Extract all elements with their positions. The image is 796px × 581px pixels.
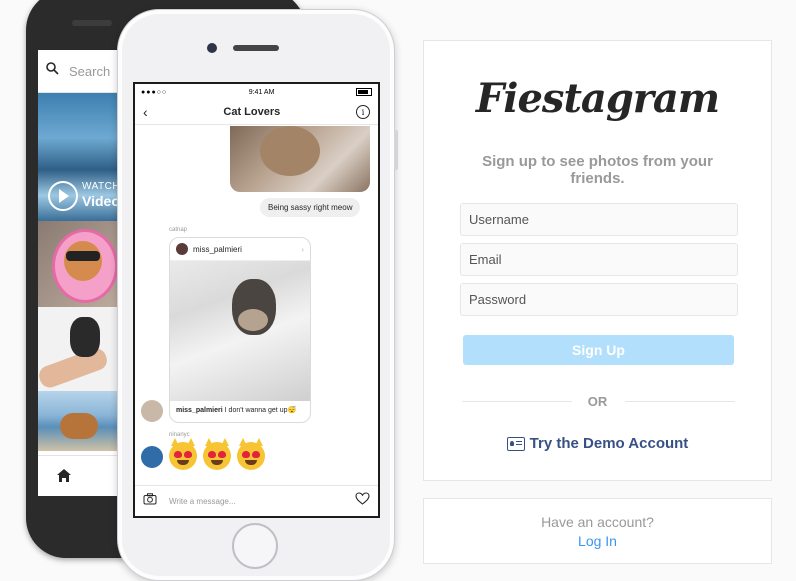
video-watch-text: WATCH: [82, 181, 121, 192]
shared-post-caption: miss_palmieri I don't wanna get up😴: [170, 401, 310, 419]
username-field[interactable]: [460, 203, 738, 236]
avatar: [141, 446, 163, 468]
phone-camera: [207, 43, 217, 53]
or-separator: OR: [587, 394, 608, 409]
message-input[interactable]: Write a message...: [169, 497, 355, 506]
heart-eyes-cat-emoji-icon: [237, 438, 265, 470]
search-placeholder: Search: [69, 63, 111, 79]
video-label: Video: [82, 193, 120, 209]
signup-button[interactable]: Sign Up: [463, 335, 734, 365]
phone-front-mockup: ●●●○○ 9:41 AM ‹ Cat Lovers i Being sassy…: [117, 9, 398, 581]
play-icon: [48, 181, 78, 211]
phone-home-button: [232, 523, 278, 569]
chevron-right-icon: ›: [301, 244, 304, 254]
avatar: [141, 400, 163, 422]
phone-speaker: [233, 45, 279, 51]
id-card-icon: [506, 436, 525, 451]
shared-photo-cat: [230, 126, 370, 192]
shared-post-card[interactable]: miss_palmieri › miss_palmieri I don't wa…: [169, 237, 311, 423]
phone-side-button: [394, 130, 398, 170]
have-account-text: Have an account?: [541, 514, 654, 530]
chat-header: ‹ Cat Lovers i: [135, 100, 378, 125]
message-input-bar: Write a message...: [135, 485, 378, 516]
signup-tagline: Sign up to see photos from your friends.: [482, 153, 713, 187]
heart-eyes-cat-emoji-icon: [203, 438, 231, 470]
shared-post-image: [170, 261, 310, 401]
message-bubble: Being sassy right meow: [260, 198, 361, 217]
shared-post-username: miss_palmieri: [193, 244, 242, 254]
signal-indicator: ●●●○○: [141, 88, 168, 96]
password-field[interactable]: [460, 283, 738, 316]
heart-eyes-cat-emoji-icon: [169, 438, 197, 470]
avatar: [176, 243, 188, 255]
shared-post-header: miss_palmieri ›: [170, 238, 310, 261]
caption-username: miss_palmieri: [176, 407, 223, 414]
battery-icon: [355, 88, 372, 96]
emoji-message: [169, 438, 265, 470]
status-bar: ●●●○○ 9:41 AM: [135, 84, 378, 100]
sender-name: catnap: [169, 227, 188, 233]
back-chevron-icon[interactable]: ‹: [143, 104, 148, 120]
search-icon: [46, 62, 59, 80]
caption-text: I don't wanna get up😴: [224, 407, 297, 414]
info-icon[interactable]: i: [356, 105, 370, 119]
demo-account-label: Try the Demo Account: [529, 435, 689, 452]
home-icon: [56, 468, 72, 488]
status-time: 9:41 AM: [248, 88, 275, 96]
demo-account-link[interactable]: Try the Demo Account: [424, 435, 771, 452]
camera-icon[interactable]: [143, 492, 157, 510]
signup-card: Fiestagram Sign up to see photos from yo…: [423, 40, 772, 481]
heart-icon[interactable]: [355, 492, 370, 510]
email-field[interactable]: [460, 243, 738, 276]
phone-speaker: [72, 20, 112, 26]
direct-chat-screen: ●●●○○ 9:41 AM ‹ Cat Lovers i Being sassy…: [133, 82, 380, 518]
chat-title: Cat Lovers: [223, 106, 281, 118]
app-logo: Fiestagram: [475, 75, 720, 122]
login-card: Have an account? Log In: [423, 498, 772, 564]
login-link[interactable]: Log In: [424, 533, 771, 549]
